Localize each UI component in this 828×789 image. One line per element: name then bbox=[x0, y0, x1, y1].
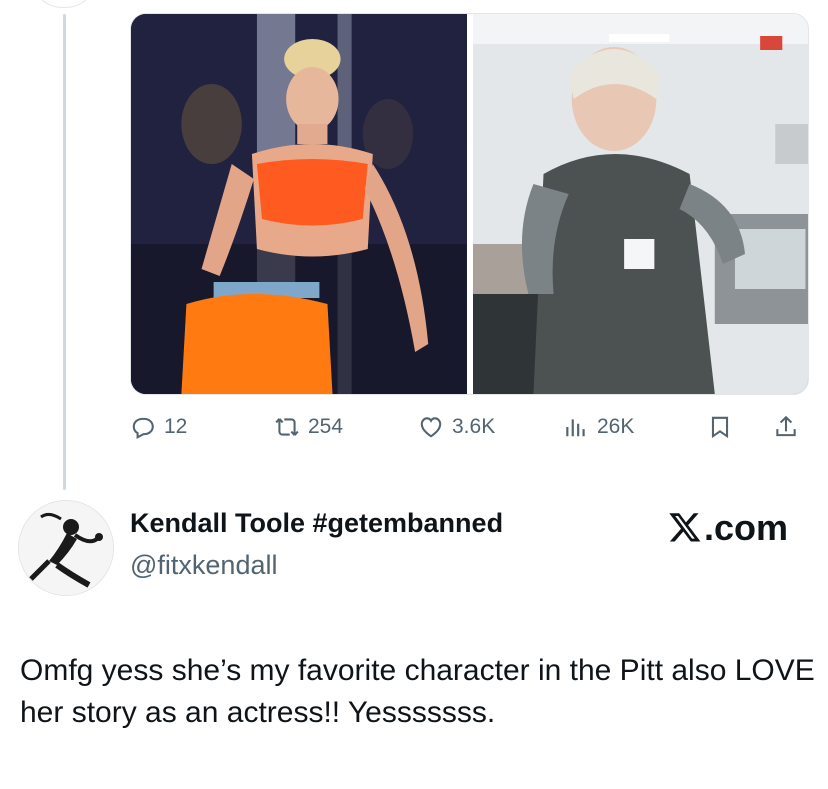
share-button[interactable] bbox=[773, 414, 799, 440]
tweet-body-text: Omfg yess she’s my favorite character in… bbox=[20, 654, 815, 729]
repost-button[interactable]: 254 bbox=[274, 414, 343, 440]
repost-count: 254 bbox=[308, 415, 344, 438]
reply-count: 12 bbox=[164, 415, 188, 438]
author-avatar[interactable] bbox=[18, 500, 114, 596]
reply-button[interactable]: 12 bbox=[130, 414, 187, 440]
x-com-text: .com bbox=[704, 507, 789, 548]
x-logo-icon bbox=[669, 513, 701, 542]
x-com-logo[interactable]: .com bbox=[668, 506, 788, 549]
bookmark-icon bbox=[711, 416, 729, 439]
repost-icon bbox=[275, 418, 299, 436]
reply-icon bbox=[132, 417, 154, 439]
author-name[interactable]: Kendall Toole #getembanned bbox=[130, 508, 503, 539]
media-image-left[interactable] bbox=[131, 14, 467, 394]
previous-author-avatar[interactable] bbox=[30, 0, 98, 8]
tweet-media-grid[interactable] bbox=[130, 13, 809, 395]
share-icon bbox=[776, 415, 796, 437]
views-count: 26K bbox=[597, 415, 635, 438]
bookmark-button[interactable] bbox=[707, 414, 733, 440]
author-handle[interactable]: @fitxkendall bbox=[130, 550, 277, 581]
like-icon bbox=[420, 417, 442, 438]
tweet-action-bar: 12 254 3.6K 26K bbox=[130, 414, 810, 450]
thread-connector-line bbox=[63, 14, 66, 490]
like-button[interactable]: 3.6K bbox=[418, 414, 495, 440]
views-icon bbox=[566, 419, 585, 437]
media-image-right[interactable] bbox=[472, 14, 808, 394]
views-button[interactable]: 26K bbox=[563, 414, 634, 440]
like-count: 3.6K bbox=[452, 415, 496, 438]
